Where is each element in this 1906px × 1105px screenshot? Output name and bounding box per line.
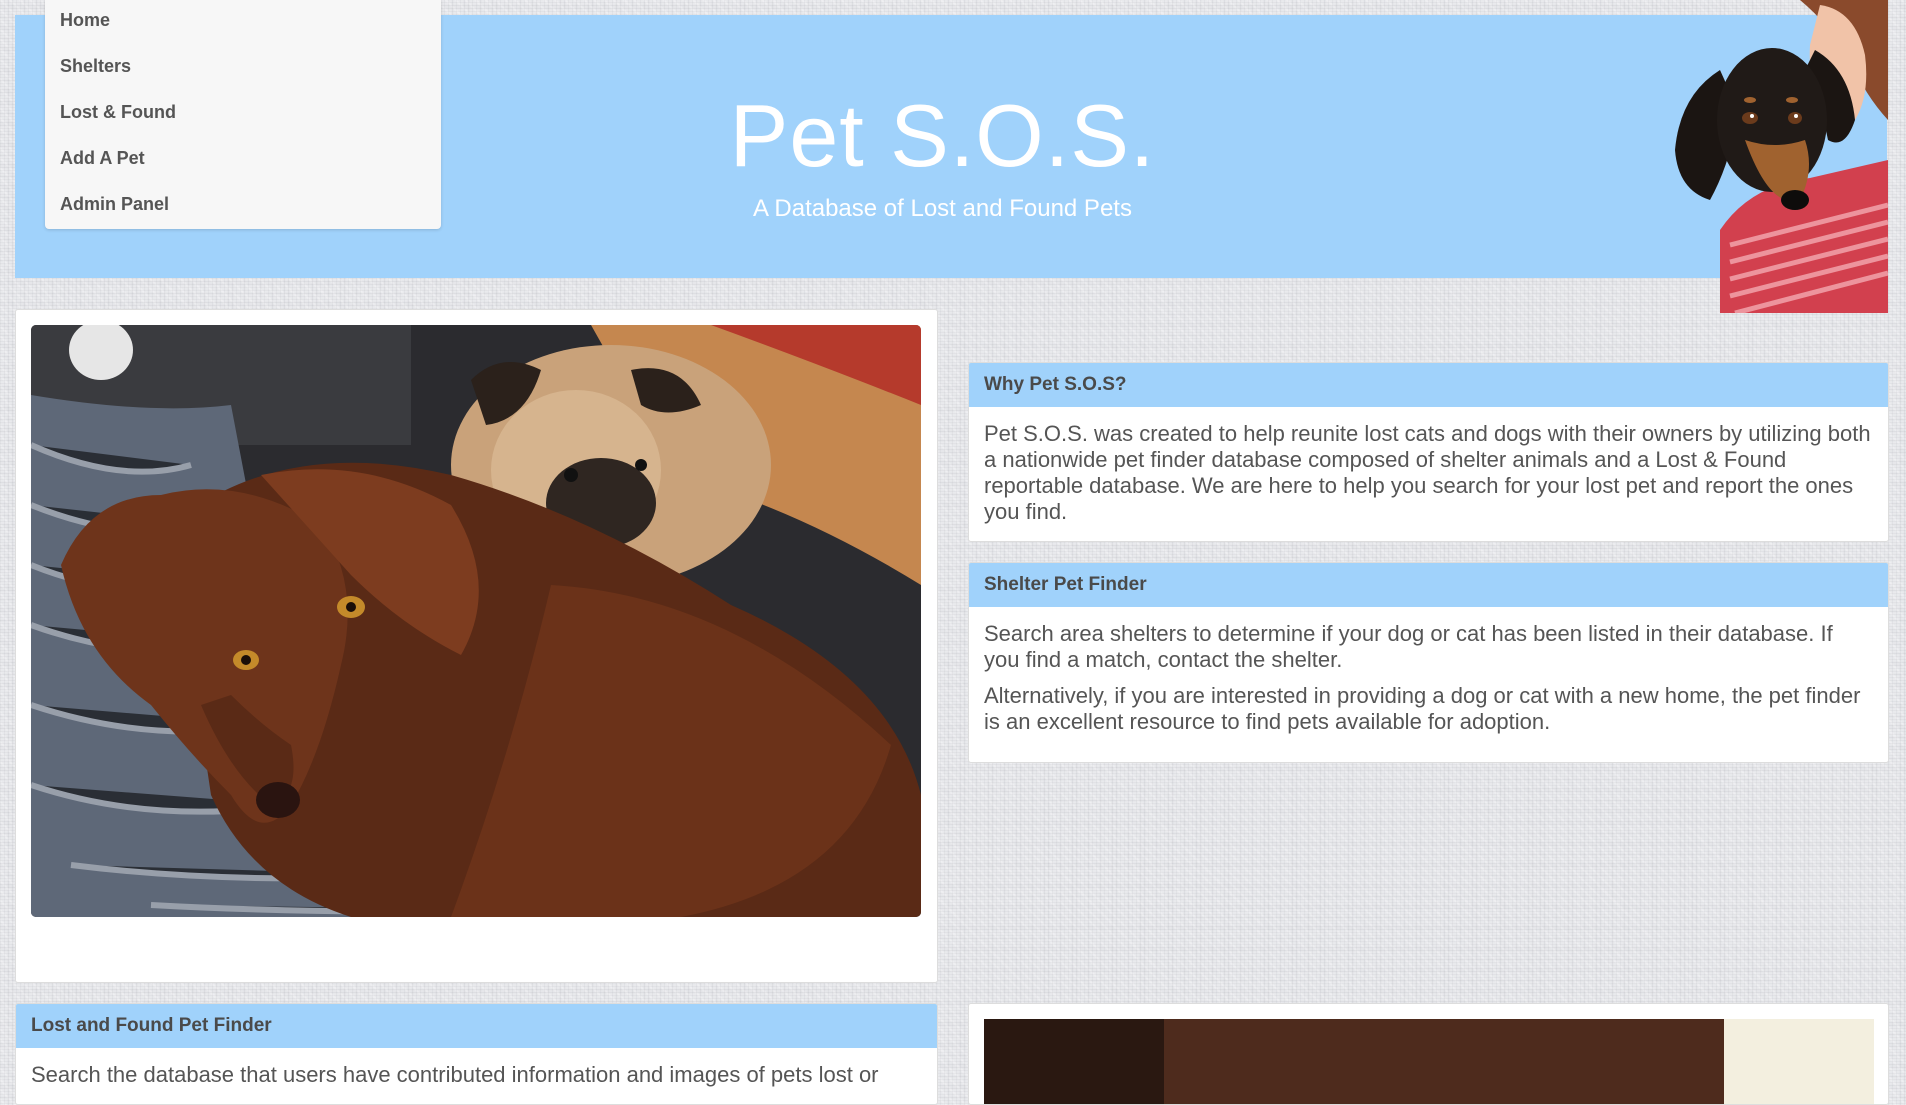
secondary-image-card (968, 1003, 1889, 1105)
panel-body: Search the database that users have cont… (16, 1048, 937, 1104)
shelter-pet-finder-panel: Shelter Pet Finder Search area shelters … (968, 562, 1889, 763)
panel-text: Search area shelters to determine if you… (984, 621, 1833, 672)
panel-text: Search the database that users have cont… (31, 1062, 879, 1087)
pet-photo (984, 1019, 1874, 1104)
panel-heading: Why Pet S.O.S? (969, 363, 1888, 407)
nav-item-lost-found[interactable]: Lost & Found (45, 92, 441, 138)
nav-menu: Home Shelters Lost & Found Add A Pet Adm… (45, 0, 441, 229)
header-dog-image (1675, 0, 1888, 313)
panel-text: Alternatively, if you are interested in … (984, 683, 1861, 734)
nav-item-shelters[interactable]: Shelters (45, 46, 441, 92)
panel-heading: Lost and Found Pet Finder (16, 1004, 937, 1048)
panel-text: Pet S.O.S. was created to help reunite l… (984, 421, 1871, 524)
nav-item-home[interactable]: Home (45, 0, 441, 46)
why-pet-sos-panel: Why Pet S.O.S? Pet S.O.S. was created to… (968, 362, 1889, 542)
nav-item-admin-panel[interactable]: Admin Panel (45, 184, 441, 230)
dogs-photo (31, 325, 921, 917)
panel-body: Pet S.O.S. was created to help reunite l… (969, 407, 1888, 541)
panel-heading: Shelter Pet Finder (969, 563, 1888, 607)
nav-item-add-a-pet[interactable]: Add A Pet (45, 138, 441, 184)
panel-body: Search area shelters to determine if you… (969, 607, 1888, 759)
lost-found-pet-finder-panel: Lost and Found Pet Finder Search the dat… (15, 1003, 938, 1105)
featured-image-card (15, 309, 938, 983)
